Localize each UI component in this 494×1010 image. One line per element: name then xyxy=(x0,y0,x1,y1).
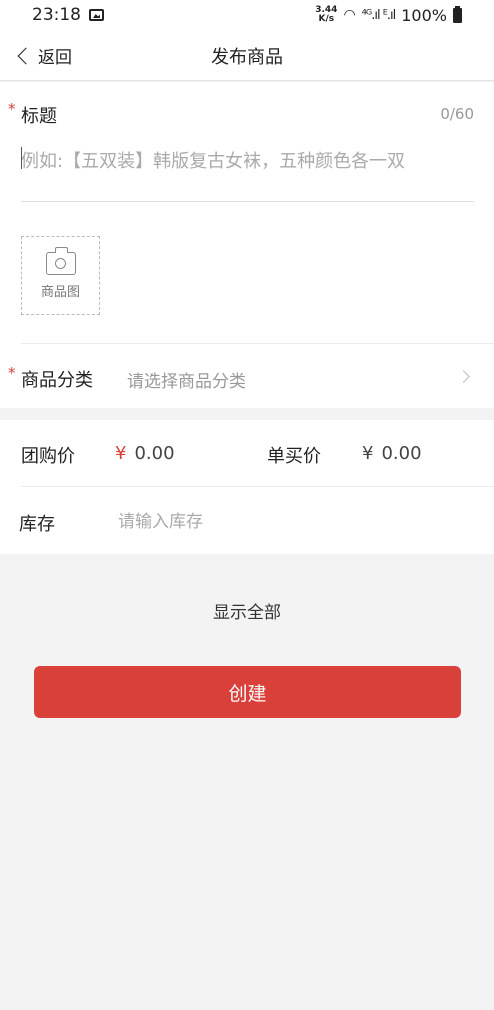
gallery-notification-icon xyxy=(89,9,104,21)
group-price-value: 0.00 xyxy=(134,443,175,464)
divider xyxy=(21,486,494,487)
battery-icon xyxy=(453,5,462,23)
group-price-currency: ¥ xyxy=(115,443,127,464)
signal-icon: ⁴ᴳ.ıl ᴱ.ıl xyxy=(361,7,397,23)
status-indicators: 3.44 K/s ◠ ⁴ᴳ.ıl ᴱ.ıl 100% xyxy=(315,5,462,25)
stock-label: 库存 xyxy=(19,514,55,535)
camera-icon xyxy=(45,246,76,275)
title-input[interactable] xyxy=(21,144,474,202)
price-row: 团购价 ¥0.00 单买价 ¥0.00 xyxy=(0,420,494,487)
price-stock-card: 团购价 ¥0.00 单买价 ¥0.00 库存 xyxy=(0,420,494,554)
stock-input[interactable] xyxy=(118,508,458,536)
network-speed-unit: K/s xyxy=(318,14,335,24)
network-speed: 3.44 K/s xyxy=(315,6,337,24)
product-info-card: * 标题 0/60 商品图 * 商品分类 请选择商品分类 xyxy=(0,82,494,408)
create-button[interactable]: 创建 xyxy=(34,666,461,718)
single-price-label: 单买价 xyxy=(267,446,321,467)
single-price-input[interactable]: ¥0.00 xyxy=(362,443,422,464)
product-image-label: 商品图 xyxy=(40,284,80,300)
title-char-counter: 0/60 xyxy=(440,105,474,123)
category-selector[interactable]: * 商品分类 请选择商品分类 xyxy=(0,344,494,408)
nav-bar: 返回 发布商品 xyxy=(0,30,494,81)
battery-percent: 100% xyxy=(401,5,447,25)
required-marker: * xyxy=(8,364,16,382)
product-image-upload[interactable]: 商品图 xyxy=(21,236,100,315)
single-price-currency: ¥ xyxy=(362,443,374,464)
category-placeholder: 请选择商品分类 xyxy=(127,372,246,392)
status-time: 23:18 xyxy=(32,5,81,25)
chevron-right-icon xyxy=(457,370,470,383)
title-label: 标题 xyxy=(21,106,57,127)
wifi-icon: ◠ xyxy=(343,7,356,23)
group-price-input[interactable]: ¥0.00 xyxy=(115,443,175,464)
page-title: 发布商品 xyxy=(211,47,283,68)
required-marker: * xyxy=(8,100,16,118)
category-label: 商品分类 xyxy=(21,370,93,391)
group-price-label: 团购价 xyxy=(21,446,75,467)
text-cursor xyxy=(21,147,22,169)
show-all-button[interactable]: 显示全部 xyxy=(0,598,494,623)
single-price-value: 0.00 xyxy=(381,443,422,464)
status-bar: 23:18 3.44 K/s ◠ ⁴ᴳ.ıl ᴱ.ıl 100% xyxy=(0,0,494,30)
